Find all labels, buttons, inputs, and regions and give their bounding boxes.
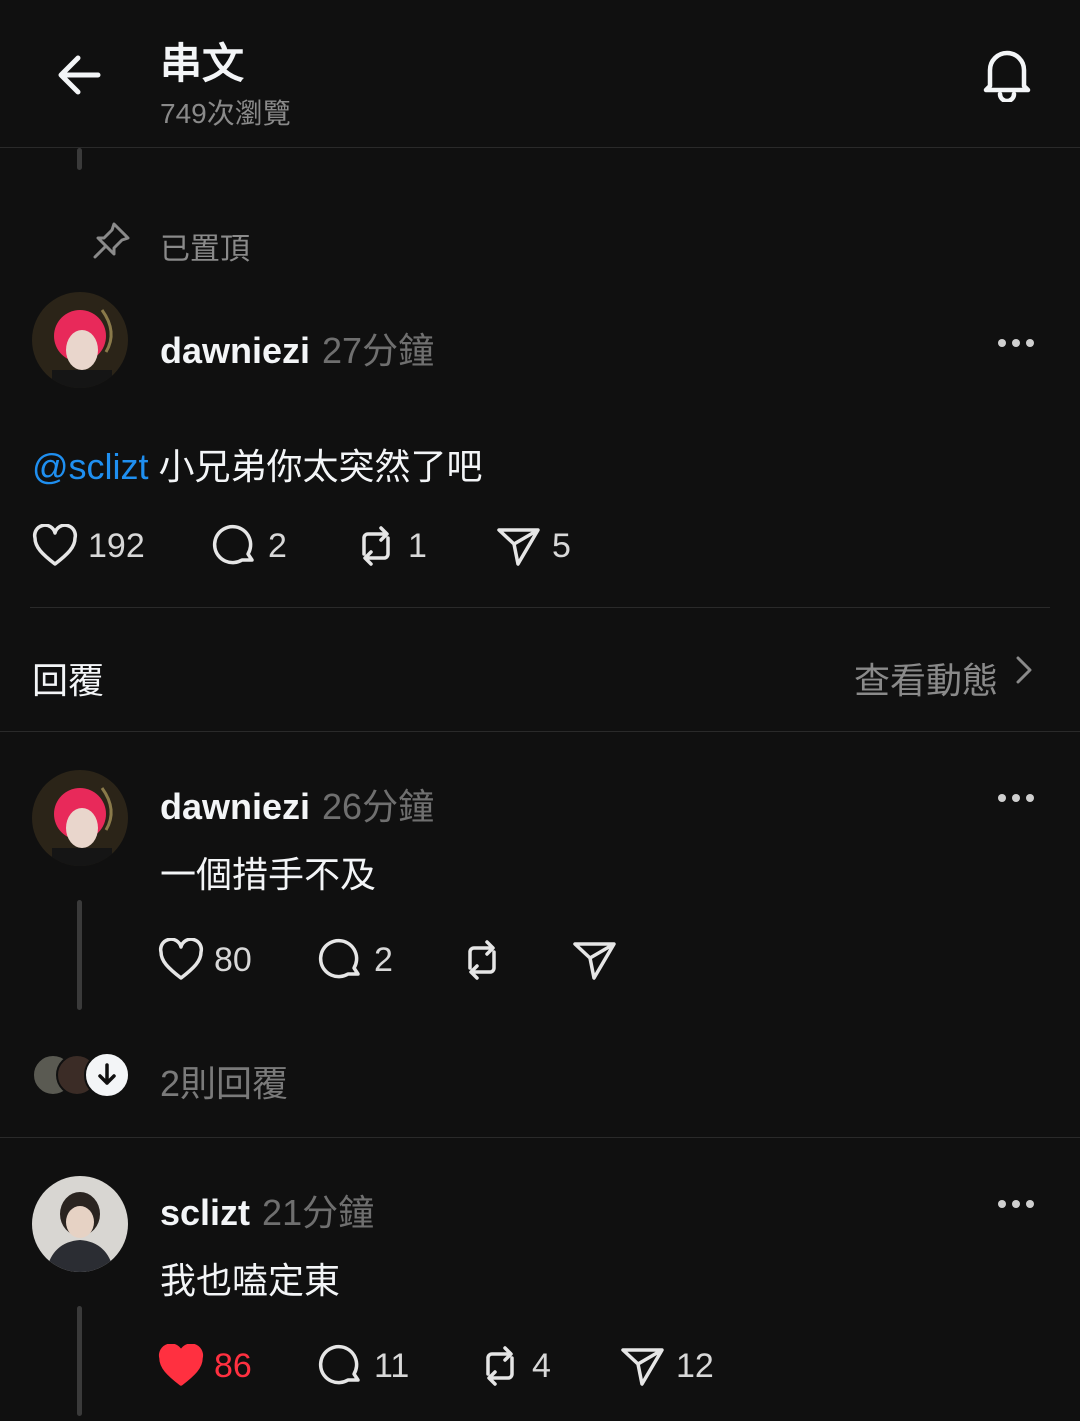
like-button[interactable]: 192 (32, 524, 145, 568)
send-icon (573, 942, 616, 980)
avatar[interactable] (32, 770, 128, 866)
divider (0, 1137, 1080, 1138)
heart-filled-icon (158, 1344, 204, 1386)
comment-count: 11 (374, 1346, 410, 1385)
timestamp: 27分鐘 (322, 330, 435, 371)
share-button[interactable]: 12 (620, 1344, 714, 1388)
post-body: 小兄弟你太突然了吧 (148, 446, 483, 487)
heart-icon (32, 524, 78, 566)
bell-icon[interactable] (978, 44, 1036, 102)
username[interactable]: dawniezi (160, 330, 310, 371)
like-count: 192 (88, 526, 145, 565)
more-options-icon[interactable] (998, 789, 1042, 803)
like-button[interactable]: 86 (158, 1344, 252, 1388)
thread-line (77, 148, 82, 170)
reply-text: 一個措手不及 (160, 854, 377, 895)
view-count: 749次瀏覽 (160, 98, 291, 129)
divider (0, 731, 1080, 732)
reply-count-link[interactable]: 2則回覆 (160, 1055, 288, 1107)
comment-icon (318, 1344, 360, 1385)
avatar[interactable] (32, 1176, 128, 1272)
repost-button[interactable]: 4 (478, 1344, 551, 1388)
divider (30, 607, 1050, 608)
like-count: 80 (214, 940, 252, 979)
repost-button[interactable]: 1 (354, 524, 427, 568)
repost-button[interactable] (460, 938, 514, 982)
username[interactable]: sclizt (160, 1192, 250, 1233)
avatar[interactable] (32, 292, 128, 388)
post-text: @sclizt 小兄弟你太突然了吧 (32, 438, 483, 490)
repost-icon (362, 526, 390, 566)
chevron-right-icon[interactable] (1010, 655, 1036, 685)
thread-line (77, 900, 82, 1010)
back-arrow-icon[interactable] (52, 48, 106, 102)
pin-icon (92, 220, 132, 260)
comment-button[interactable]: 11 (318, 1344, 409, 1388)
comment-icon (318, 938, 360, 979)
repost-icon (486, 1346, 514, 1386)
more-options-icon[interactable] (998, 1195, 1042, 1209)
heart-icon (158, 938, 204, 980)
repost-count: 4 (532, 1346, 551, 1385)
username[interactable]: dawniezi (160, 786, 310, 827)
timestamp: 21分鐘 (262, 1192, 375, 1233)
post-header: dawniezi 27分鐘 (160, 322, 434, 374)
top-bar: 串文 749次瀏覽 (0, 0, 1080, 148)
view-activity-link[interactable]: 查看動態 (854, 652, 998, 704)
send-icon (497, 528, 540, 566)
comment-button[interactable]: 2 (318, 938, 393, 982)
send-icon (621, 1348, 664, 1386)
reply-text: 我也嗑定東 (160, 1260, 341, 1301)
arrow-down-icon (84, 1052, 130, 1098)
like-button[interactable]: 80 (158, 938, 252, 982)
reply-header: dawniezi 26分鐘 (160, 778, 434, 830)
like-count: 86 (214, 1346, 252, 1385)
reply-header: sclizt 21分鐘 (160, 1184, 374, 1236)
comment-count: 2 (374, 940, 393, 979)
share-count: 5 (552, 526, 571, 565)
thread-line (77, 1306, 82, 1416)
more-options-icon[interactable] (998, 334, 1042, 348)
repost-icon (468, 940, 496, 980)
repost-count: 1 (408, 526, 427, 565)
reply-avatars[interactable] (32, 1052, 132, 1098)
timestamp: 26分鐘 (322, 786, 435, 827)
comment-button[interactable]: 2 (212, 524, 287, 568)
mention-link[interactable]: @sclizt (32, 446, 149, 487)
share-button[interactable]: 5 (496, 524, 571, 568)
page-title: 串文 (160, 40, 245, 87)
share-button[interactable] (572, 938, 628, 982)
share-count: 12 (676, 1346, 714, 1385)
comment-count: 2 (268, 526, 287, 565)
pinned-label: 已置頂 (160, 233, 250, 266)
comment-icon (212, 524, 254, 565)
replies-heading: 回覆 (32, 660, 105, 701)
